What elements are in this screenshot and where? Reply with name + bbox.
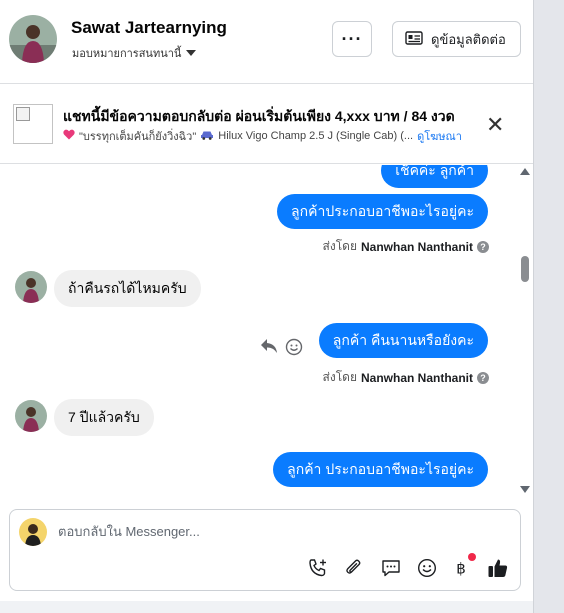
outgoing-message[interactable]: ลูกค้า คืนนานหรือยังคะ [318,323,488,358]
sent-by-label: ส่งโดย Nanwhan Nanthanit ? [323,368,489,387]
ad-subtitle-row: "บรรทุกเต็มคันก็ยังวิ่งฉิว" Hilux Vigo C… [63,127,495,145]
page-avatar [19,518,47,546]
outgoing-message[interactable]: ลูกค้า ประกอบอาชีพอะไรอยู่คะ [273,452,488,487]
contact-avatar-small[interactable] [15,400,47,432]
sent-by-prefix: ส่งโดย [322,239,357,253]
window-bottom-edge [0,601,533,613]
caret-down-icon [186,50,197,56]
assign-conversation-dropdown[interactable]: มอบหมายการสนทนานี้ [72,44,197,62]
message-composer: ฿ [9,509,521,591]
conversation-header: Sawat Jartearnying มอบหมายการสนทนานี้ ··… [0,0,533,84]
notification-dot [468,553,476,561]
emoji-icon[interactable] [416,557,438,579]
contact-avatar[interactable] [9,15,57,63]
scroll-up-arrow-icon[interactable] [520,168,530,175]
view-contact-info-label: ดูข้อมูลติดต่อ [431,31,506,47]
car-emoji-icon [200,130,214,143]
incoming-message[interactable]: 7 ปีแล้วครับ [54,399,154,436]
reply-input[interactable] [58,524,498,539]
broken-image-icon [16,107,30,121]
ad-thumbnail[interactable] [13,104,53,144]
ad-vehicle: Hilux Vigo Champ 2.5 J (Single Cab) (... [218,130,414,142]
scrollbar-thumb[interactable] [521,256,529,282]
attachment-icon[interactable] [343,557,365,579]
side-pane-edge [533,0,564,613]
like-icon[interactable] [487,557,509,579]
heart-emoji-icon [63,129,75,143]
emoji-icon[interactable] [285,338,303,361]
sent-by-agent-name: Nanwhan Nanthanit [360,239,473,254]
contact-card-icon [405,30,423,48]
sent-by-prefix: ส่งโดย [322,370,357,384]
saved-reply-icon[interactable] [380,557,402,579]
sent-by-agent-name: Nanwhan Nanthanit [360,370,473,385]
more-options-button[interactable]: ··· [332,21,372,57]
outgoing-message[interactable]: ลูกค้าประกอบอาชีพอะไรอยู่คะ [277,194,488,229]
ad-title: แชทนี้มีข้อความตอบกลับต่อ ผ่อนเริ่มต้นเพ… [63,108,455,124]
more-icon: ··· [341,28,363,49]
sent-by-label: ส่งโดย Nanwhan Nanthanit ? [323,237,489,256]
outgoing-message[interactable]: เช็คค่ะ ลูกค้า [381,165,488,188]
ad-context-banner: แชทนี้มีข้อความตอบกลับต่อ ผ่อนเริ่มต้นเพ… [0,84,533,164]
baht-payment-icon[interactable]: ฿ [450,557,472,579]
contact-name: Sawat Jartearnying [71,18,227,37]
incoming-message[interactable]: ถ้าคืนรถได้ไหมครับ [54,270,201,307]
scroll-down-arrow-icon[interactable] [520,486,530,493]
phone-add-icon[interactable] [307,557,329,579]
message-list[interactable]: เช็คค่ะ ลูกค้า ลูกค้าประกอบอาชีพอะไรอยู่… [0,165,533,495]
help-icon[interactable]: ? [477,240,489,253]
view-ad-link[interactable]: ดูโฆษณา [417,127,462,145]
help-icon[interactable]: ? [477,371,489,384]
inbox-conversation-panel: Sawat Jartearnying มอบหมายการสนทนานี้ ··… [0,0,533,601]
reply-icon[interactable] [260,338,278,359]
view-contact-info-button[interactable]: ดูข้อมูลติดต่อ [392,21,521,57]
assign-label: มอบหมายการสนทนานี้ [72,48,182,60]
close-icon[interactable]: ✕ [486,114,504,136]
svg-text:฿: ฿ [456,560,466,578]
contact-avatar-small[interactable] [15,271,47,303]
ad-subtitle: "บรรทุกเต็มคันก็ยังวิ่งฉิว" [79,131,197,143]
